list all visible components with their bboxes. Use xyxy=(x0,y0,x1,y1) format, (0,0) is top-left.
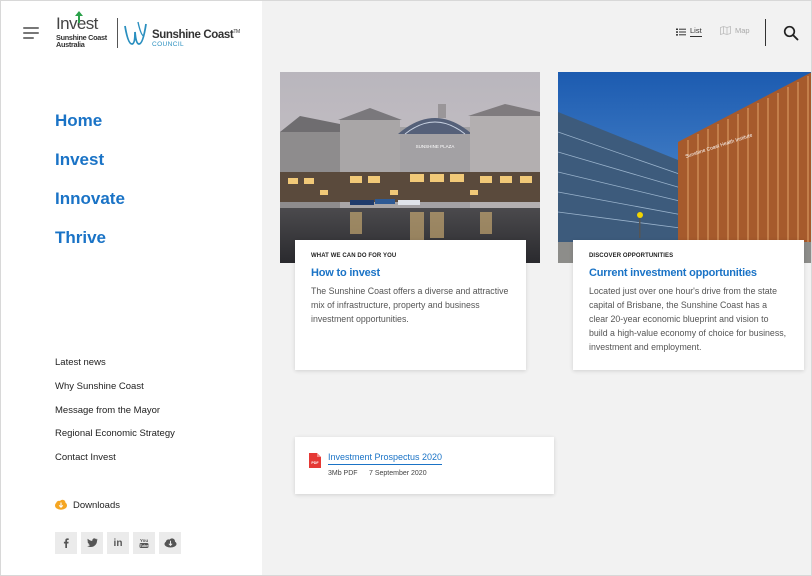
pdf-file-icon: PDF xyxy=(309,453,321,468)
linkedin-icon: in xyxy=(113,537,123,549)
card-eyebrow: WHAT WE CAN DO FOR YOU xyxy=(311,253,397,259)
nav-item-thrive[interactable]: Thrive xyxy=(55,228,125,267)
youtube-icon: You Tube xyxy=(139,538,149,548)
youtube-button[interactable]: You Tube xyxy=(133,532,155,554)
twitter-icon xyxy=(86,538,98,548)
arrow-up-icon xyxy=(75,11,83,23)
pdf-icon-label: PDF xyxy=(311,461,319,465)
map-icon xyxy=(720,26,731,35)
svg-text:You: You xyxy=(140,538,148,543)
map-view-label: Map xyxy=(735,26,750,35)
logo-divider xyxy=(117,18,118,48)
sunshine-plaza-photo: SUNSHINE PLAZA xyxy=(280,72,540,263)
downloads-label: Downloads xyxy=(73,499,120,511)
card-eyebrow: DISCOVER OPPORTUNITIES xyxy=(589,253,674,259)
prospectus-download-card[interactable]: PDF Investment Prospectus 2020 3Mb PDF 7… xyxy=(295,437,554,494)
list-view-toggle[interactable]: List xyxy=(676,26,702,37)
facebook-icon xyxy=(63,538,69,548)
facebook-button[interactable] xyxy=(55,532,77,554)
investment-opportunities-card[interactable]: DISCOVER OPPORTUNITIES Current investmen… xyxy=(573,240,804,370)
invest-logo[interactable]: Invest Sunshine Coast Australia xyxy=(56,11,116,50)
council-logo[interactable]: Sunshine CoastTM COUNCIL xyxy=(124,18,240,50)
council-logo-name: Sunshine CoastTM xyxy=(152,29,240,41)
cloud-download-button[interactable] xyxy=(159,532,181,554)
nav-item-regional-economic-strategy[interactable]: Regional Economic Strategy xyxy=(55,427,175,451)
health-institute-photo: Sunshine Coast Health Institute xyxy=(558,72,812,263)
plaza-sign: SUNSHINE PLAZA xyxy=(416,144,455,149)
nav-item-invest[interactable]: Invest xyxy=(55,150,125,189)
card-title-how-to-invest[interactable]: How to invest xyxy=(311,267,510,279)
how-to-invest-image[interactable]: SUNSHINE PLAZA xyxy=(280,72,540,263)
list-icon xyxy=(676,28,686,36)
nav-item-contact-invest[interactable]: Contact Invest xyxy=(55,451,175,475)
nav-item-home[interactable]: Home xyxy=(55,111,125,150)
linkedin-button[interactable]: in xyxy=(107,532,129,554)
cloud-download-icon xyxy=(164,538,176,548)
council-logo-sub: COUNCIL xyxy=(152,41,185,48)
social-links: in You Tube xyxy=(55,532,185,554)
twitter-button[interactable] xyxy=(81,532,103,554)
secondary-nav: Latest news Why Sunshine Coast Message f… xyxy=(55,356,175,475)
nav-item-innovate[interactable]: Innovate xyxy=(55,189,125,228)
svg-text:Tube: Tube xyxy=(140,544,149,548)
card-title-investment-opportunities[interactable]: Current investment opportunities xyxy=(589,267,788,279)
card-description: Located just over one hour's drive from … xyxy=(589,286,787,352)
how-to-invest-card[interactable]: WHAT WE CAN DO FOR YOU How to invest The… xyxy=(295,240,526,370)
search-icon[interactable] xyxy=(783,25,799,41)
document-date: 7 September 2020 xyxy=(369,470,427,477)
menu-icon[interactable] xyxy=(23,27,39,39)
main-nav: Home Invest Innovate Thrive xyxy=(55,111,125,267)
header-divider xyxy=(765,19,766,46)
card-description: The Sunshine Coast offers a diverse and … xyxy=(311,286,509,324)
map-view-toggle[interactable]: Map xyxy=(720,26,750,35)
list-view-label: List xyxy=(690,26,702,37)
sidebar: Invest Sunshine Coast Australia Sunshine… xyxy=(0,0,262,576)
cloud-download-icon xyxy=(55,499,67,510)
document-size: 3Mb PDF xyxy=(328,470,358,477)
nav-item-latest-news[interactable]: Latest news xyxy=(55,356,175,380)
nav-item-message-from-mayor[interactable]: Message from the Mayor xyxy=(55,404,175,428)
nav-item-why-sunshine-coast[interactable]: Why Sunshine Coast xyxy=(55,380,175,404)
downloads-link[interactable]: Downloads xyxy=(55,499,120,511)
invest-logo-sub2: Australia xyxy=(56,40,85,49)
investment-opportunities-image[interactable]: Sunshine Coast Health Institute xyxy=(558,72,812,263)
document-title[interactable]: Investment Prospectus 2020 xyxy=(328,452,443,465)
council-wave-icon xyxy=(124,21,147,45)
